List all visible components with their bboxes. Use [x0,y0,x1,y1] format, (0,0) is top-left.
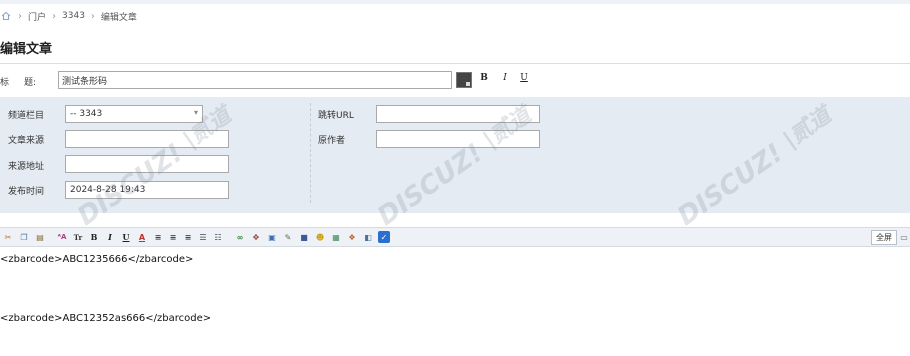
author-input[interactable] [376,130,540,148]
fullscreen-button[interactable]: 全屏 [871,230,897,245]
meta-column-divider [310,103,311,203]
category-label: 频道栏目 [8,111,45,121]
checkbox-icon[interactable]: ✓ [378,231,390,243]
title-input[interactable] [58,71,452,89]
font-family-icon[interactable]: ᴬA [56,231,68,243]
editor-toolbar: ✂ ❐ ▤ ᴬA Tr B I U A ≡ ≡ ≡ ☰ ☷ ∞ ✥ ▣ ✎ ■ … [0,227,910,247]
align-center-icon[interactable]: ≡ [167,231,179,243]
table-icon[interactable]: ▦ [330,231,342,243]
author-label: 原作者 [318,136,346,146]
source-url-label: 来源地址 [8,162,45,172]
media-icon[interactable]: ■ [298,231,310,243]
title-color-picker-icon[interactable] [456,72,472,88]
code-icon[interactable]: ◧ [362,231,374,243]
title-row: 标 题: B I U [0,71,910,91]
editor-line: <zbarcode>ABC1235666</zbarcode> [0,254,194,265]
bold-icon[interactable]: B [88,231,100,243]
ordered-list-icon[interactable]: ☰ [197,231,209,243]
home-icon[interactable] [0,10,12,22]
article-meta-panel: 频道栏目 -- 3343 ▾ 文章来源 来源地址 发布时间 跳转URL 原作者 [0,97,910,213]
italic-icon[interactable]: I [104,231,116,243]
font-size-icon[interactable]: Tr [72,231,84,243]
source-label: 文章来源 [8,136,45,146]
breadcrumb-separator-icon: › [52,10,57,22]
redirect-url-label: 跳转URL [318,111,354,121]
publish-time-label: 发布时间 [8,187,45,197]
breadcrumb: › 门户 › 3343 › 编辑文章 [0,8,137,24]
editor-line: <zbarcode>ABC12352as666</zbarcode> [0,313,212,324]
breadcrumb-item-portal[interactable]: 门户 [28,10,46,23]
title-divider [0,63,910,64]
cut-icon[interactable]: ✂ [2,231,14,243]
title-underline-button[interactable]: U [518,73,530,83]
link-icon[interactable]: ∞ [234,231,246,243]
html-source-icon[interactable]: ▭ [898,231,910,243]
paste-icon[interactable]: ▤ [34,231,46,243]
editor-content-area[interactable]: <zbarcode>ABC1235666</zbarcode> <zbarcod… [0,250,910,356]
category-select[interactable]: -- 3343 ▾ [65,105,203,123]
copy-icon[interactable]: ❐ [18,231,30,243]
breadcrumb-separator-icon: › [90,10,95,22]
align-right-icon[interactable]: ≡ [182,231,194,243]
emoticon-icon[interactable]: ☻ [314,231,326,243]
unlink-icon[interactable]: ✥ [250,231,262,243]
unordered-list-icon[interactable]: ☷ [212,231,224,243]
align-left-icon[interactable]: ≡ [152,231,164,243]
redirect-url-input[interactable] [376,105,540,123]
quote-icon[interactable]: ❖ [346,231,358,243]
breadcrumb-item-current: 编辑文章 [100,12,137,23]
title-label-part1: 标 [0,78,10,88]
title-label-part2: 题: [24,78,37,88]
image-icon[interactable]: ▣ [266,231,278,243]
source-url-input[interactable] [65,155,229,173]
underline-icon[interactable]: U [120,231,132,243]
publish-time-input[interactable] [65,181,229,199]
attachment-icon[interactable]: ✎ [282,231,294,243]
chevron-down-icon: ▾ [193,108,198,117]
page-title: 编辑文章 [0,42,53,57]
title-bold-button[interactable]: B [478,73,490,83]
category-select-value: -- 3343 [70,109,103,119]
source-input[interactable] [65,130,229,148]
text-color-icon[interactable]: A [136,231,148,243]
title-italic-button[interactable]: I [499,73,511,83]
top-strip [0,0,910,4]
breadcrumb-item-category[interactable]: 3343 [62,11,85,21]
breadcrumb-separator-icon: › [18,10,22,22]
